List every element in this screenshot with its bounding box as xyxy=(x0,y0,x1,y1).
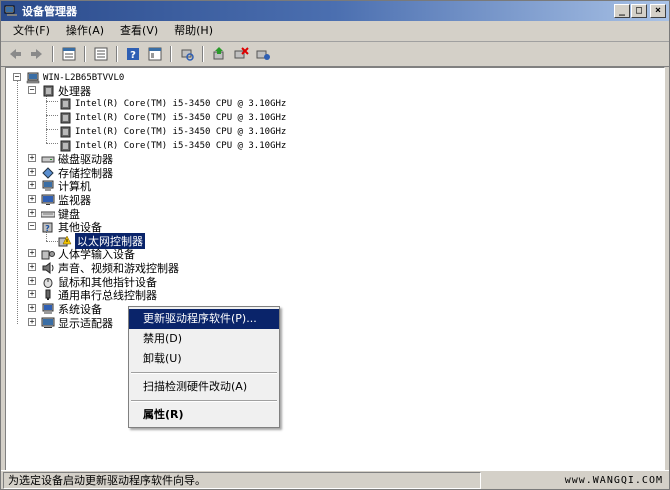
display-adapter-icon xyxy=(41,317,55,329)
status-bar: 为选定设备启动更新驱动程序软件向导。 www.WANGQI.COM xyxy=(1,470,669,489)
system-device-icon xyxy=(41,303,55,315)
device-manager-window: 设备管理器 _ □ × 文件(F) 操作(A) 查看(V) 帮助(H) ? − … xyxy=(0,0,670,490)
tree-category-hid[interactable]: 人体学输入设备 xyxy=(41,247,135,261)
tree-category-other-devices[interactable]: ? 其他设备 xyxy=(41,220,102,234)
tree-category-display-adapters[interactable]: 显示适配器 xyxy=(41,316,113,330)
tree-item-cpu[interactable]: Intel(R) Core(TM) i5-3450 CPU @ 3.10GHz xyxy=(58,125,286,138)
tree-category-label: 显示适配器 xyxy=(58,316,113,330)
device-manager-icon xyxy=(4,5,18,17)
menu-view[interactable]: 查看(V) xyxy=(112,21,166,41)
display-expand-toggle[interactable]: + xyxy=(28,318,36,326)
tree-connector xyxy=(46,115,58,116)
speaker-icon xyxy=(41,261,55,274)
processor-collapse-toggle[interactable]: − xyxy=(28,86,36,94)
properties-menu-item[interactable]: 属性(R) xyxy=(129,405,279,425)
update-driver-icon[interactable] xyxy=(209,45,229,63)
scan-hardware-menu-item[interactable]: 扫描检测硬件改动(A) xyxy=(129,377,279,397)
forward-icon[interactable] xyxy=(27,45,47,63)
status-text: 为选定设备启动更新驱动程序软件向导。 xyxy=(3,471,481,489)
restore-button[interactable]: □ xyxy=(631,4,647,18)
toolbar: ? xyxy=(1,42,669,67)
minimize-button[interactable]: _ xyxy=(614,4,630,18)
uninstall-menu-item[interactable]: 卸载(U) xyxy=(129,349,279,369)
keyboard-expand-toggle[interactable]: + xyxy=(28,209,36,217)
update-driver-menu-item[interactable]: 更新驱动程序软件(P)... xyxy=(129,309,279,329)
toolbar-separator xyxy=(84,46,86,62)
tree-connector xyxy=(46,129,58,130)
menu-separator xyxy=(131,400,277,402)
storage-controller-icon xyxy=(41,166,55,179)
usb-icon xyxy=(41,289,55,301)
device-tree-pane: − WIN-L2B65BTVVL0 − 处理器 Intel(R) Core(TM… xyxy=(5,67,665,471)
tree-category-sound[interactable]: 声音、视频和游戏控制器 xyxy=(41,261,179,275)
tree-category-system-devices[interactable]: 系统设备 xyxy=(41,302,102,316)
tree-connector xyxy=(46,101,58,102)
computer-icon xyxy=(41,180,55,192)
tree-root-label: WIN-L2B65BTVVL0 xyxy=(43,72,125,83)
mouse-expand-toggle[interactable]: + xyxy=(28,277,36,285)
menu-action[interactable]: 操作(A) xyxy=(58,21,112,41)
tree-item-cpu[interactable]: Intel(R) Core(TM) i5-3450 CPU @ 3.10GHz xyxy=(58,97,286,110)
context-menu: 更新驱动程序软件(P)... 禁用(D) 卸载(U) 扫描检测硬件改动(A) 属… xyxy=(128,306,280,428)
computer-icon xyxy=(26,72,40,84)
tree-item-label: Intel(R) Core(TM) i5-3450 CPU @ 3.10GHz xyxy=(75,112,287,123)
svg-text:?: ? xyxy=(130,50,136,61)
monitor-expand-toggle[interactable]: + xyxy=(28,195,36,203)
back-icon[interactable] xyxy=(5,45,25,63)
scan-hardware-icon[interactable] xyxy=(177,45,197,63)
system-expand-toggle[interactable]: + xyxy=(28,304,36,312)
menu-separator xyxy=(131,372,277,374)
other-devices-collapse-toggle[interactable]: − xyxy=(28,222,36,230)
properties-view-icon[interactable] xyxy=(59,45,79,63)
tree-item-label: Intel(R) Core(TM) i5-3450 CPU @ 3.10GHz xyxy=(75,140,287,151)
keyboard-icon xyxy=(41,208,55,220)
tree-category-disk-drives[interactable]: 磁盘驱动器 xyxy=(41,152,113,166)
tree-item-cpu[interactable]: Intel(R) Core(TM) i5-3450 CPU @ 3.10GHz xyxy=(58,111,286,124)
tree-connector xyxy=(46,143,58,144)
tree-category-usb[interactable]: 通用串行总线控制器 xyxy=(41,288,157,302)
toolbar-separator xyxy=(170,46,172,62)
list-icon[interactable] xyxy=(91,45,111,63)
help-icon[interactable]: ? xyxy=(123,45,143,63)
toolbar-separator xyxy=(52,46,54,62)
enable-icon[interactable] xyxy=(253,45,273,63)
hid-expand-toggle[interactable]: + xyxy=(28,249,36,257)
mouse-icon xyxy=(41,276,55,288)
monitor-icon xyxy=(41,194,55,206)
disable-menu-item[interactable]: 禁用(D) xyxy=(129,329,279,349)
close-button[interactable]: × xyxy=(650,4,666,18)
tree-category-computer[interactable]: 计算机 xyxy=(41,179,91,193)
computer-expand-toggle[interactable]: + xyxy=(28,181,36,189)
menu-file[interactable]: 文件(F) xyxy=(5,21,58,41)
usb-expand-toggle[interactable]: + xyxy=(28,290,36,298)
title-bar: 设备管理器 _ □ × xyxy=(1,1,669,21)
root-collapse-toggle[interactable]: − xyxy=(13,73,21,81)
tree-category-monitors[interactable]: 监视器 xyxy=(41,193,91,207)
toolbar-separator xyxy=(116,46,118,62)
processor-icon xyxy=(58,98,72,110)
console-icon[interactable] xyxy=(145,45,165,63)
sound-expand-toggle[interactable]: + xyxy=(28,263,36,271)
processor-icon xyxy=(41,85,55,97)
window-title: 设备管理器 xyxy=(22,5,77,18)
toolbar-separator xyxy=(202,46,204,62)
processor-icon xyxy=(58,126,72,138)
processor-icon xyxy=(58,112,72,124)
disk-drive-icon xyxy=(41,153,55,165)
disk-expand-toggle[interactable]: + xyxy=(28,154,36,162)
menu-bar: 文件(F) 操作(A) 查看(V) 帮助(H) xyxy=(1,21,669,42)
menu-help[interactable]: 帮助(H) xyxy=(166,21,221,41)
tree-connector xyxy=(46,241,58,242)
watermark: www.WANGQI.COM xyxy=(564,474,663,486)
svg-text:?: ? xyxy=(45,224,50,233)
unknown-device-icon: ? xyxy=(41,221,55,233)
hid-icon xyxy=(41,248,55,260)
tree-connector xyxy=(17,80,18,324)
tree-category-processor[interactable]: 处理器 xyxy=(41,84,91,98)
tree-item-label: Intel(R) Core(TM) i5-3450 CPU @ 3.10GHz xyxy=(75,126,287,137)
uninstall-icon[interactable] xyxy=(231,45,251,63)
storage-expand-toggle[interactable]: + xyxy=(28,168,36,176)
tree-item-label: Intel(R) Core(TM) i5-3450 CPU @ 3.10GHz xyxy=(75,98,287,109)
